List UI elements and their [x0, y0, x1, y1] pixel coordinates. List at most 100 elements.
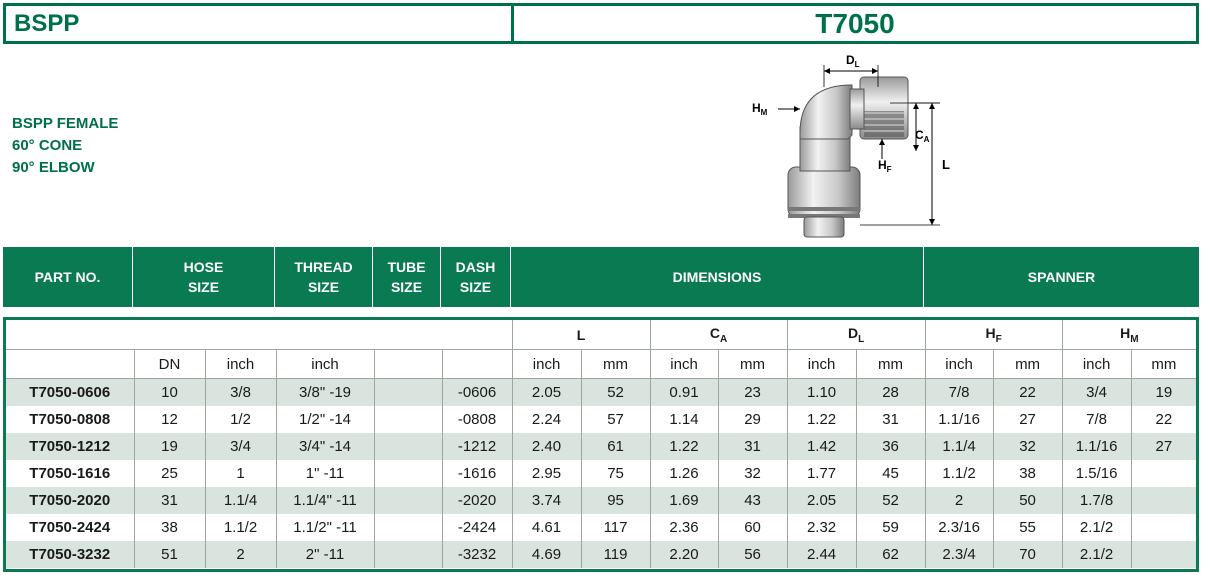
unit-header-cell: mm — [717, 349, 788, 379]
unit-header-cell: inch — [786, 349, 857, 379]
table-cell — [373, 378, 442, 406]
table-cell: 1.1/2" -11 — [275, 514, 374, 541]
cone-seat — [849, 88, 865, 130]
fitting-description: BSPP FEMALE 60° CONE 90° ELBOW — [12, 113, 118, 179]
table-cell — [373, 460, 442, 487]
table-cell: 1.1/4" -11 — [275, 487, 374, 514]
table-cell: -2020 — [441, 487, 513, 514]
elbow-body — [799, 84, 853, 140]
table-cell: 22 — [992, 378, 1063, 406]
l-label: L — [942, 157, 950, 172]
table-cell: 43 — [717, 487, 788, 514]
table-cell — [373, 406, 442, 433]
dash-size-header: DASH SIZE — [441, 247, 511, 307]
table-cell: 3/8" -19 — [275, 378, 374, 406]
table-cell: 31 — [133, 487, 205, 514]
part-number-cell: T7050-1616 — [29, 465, 111, 482]
unit-header-cell: inch — [204, 349, 276, 379]
table-cell: 60 — [717, 514, 788, 541]
fitting-drawing: DL HM CA HF L — [752, 53, 950, 238]
dimensions-table: L CA DL HF HM DN inch inch inch mm inch mm inch… — [3, 317, 1199, 572]
table-cell: 19 — [1130, 378, 1197, 406]
unit-header-cell: mm — [855, 349, 926, 379]
table-cell: 56 — [717, 541, 788, 568]
unit-header-row: DN inch inch inch mm inch mm inch mm inch mm inch mm — [6, 349, 1197, 379]
ca-label: CA — [915, 128, 930, 144]
ca-group-header: CA — [649, 320, 788, 350]
table-cell: 36 — [855, 433, 926, 460]
table-cell: 2.3/4 — [924, 541, 994, 568]
table-cell: 55 — [992, 514, 1063, 541]
tube-size-header: TUBE SIZE — [373, 247, 441, 307]
hose-size-header: HOSE SIZE — [133, 247, 275, 307]
description-line: BSPP FEMALE — [12, 115, 119, 132]
table-cell: 1 — [204, 460, 276, 487]
table-cell — [373, 433, 442, 460]
table-cell: 50 — [992, 487, 1063, 514]
column-header-band: PART NO. HOSE SIZE THREAD SIZE TUBE SIZE DA… — [3, 247, 1199, 307]
part-no-header: PART NO. — [3, 247, 133, 307]
dl-group-header: DL — [786, 320, 926, 350]
unit-header-cell: inch — [1061, 349, 1132, 379]
table-cell: 1/2" -14 — [275, 406, 374, 433]
table-cell: 3/4" -14 — [275, 433, 374, 460]
table-cell: 38 — [992, 460, 1063, 487]
table-cell: 119 — [580, 541, 651, 568]
table-cell: 1.1/4 — [204, 487, 276, 514]
table-cell: 1/2 — [204, 406, 276, 433]
hm-label: HM — [752, 101, 768, 117]
table-cell: 45 — [855, 460, 926, 487]
table-cell: 1.1/2 — [204, 514, 276, 541]
table-cell: 3/4 — [1061, 378, 1132, 406]
dl-label: DL — [846, 53, 860, 69]
table-cell: 7/8 — [924, 378, 994, 406]
table-cell: 4.69 — [511, 541, 582, 568]
part-number-cell: T7050-3232 — [6, 541, 134, 568]
table-cell: 1.14 — [649, 406, 719, 433]
table-cell: 1.69 — [649, 487, 719, 514]
table-cell: 70 — [992, 541, 1063, 568]
table-cell — [373, 487, 442, 514]
table-cell: 75 — [580, 460, 651, 487]
table-cell: 2.95 — [511, 460, 582, 487]
unit-header-cell: inch — [924, 349, 994, 379]
table-cell: 31 — [717, 433, 788, 460]
description-line: 60° CONE — [12, 137, 83, 154]
table-cell: 2.40 — [511, 433, 582, 460]
table-cell: 2.1/2 — [1061, 514, 1132, 541]
table-cell: 3.74 — [511, 487, 582, 514]
l-group-header: L — [511, 320, 651, 350]
table-cell: 1.5/16 — [1061, 460, 1132, 487]
table-cell: 2.44 — [786, 541, 857, 568]
table-cell: 2 — [924, 487, 994, 514]
spanner-header: SPANNER — [1027, 269, 1096, 285]
unit-header-cell: mm — [1130, 349, 1197, 379]
table-cell: 3/8 — [204, 378, 276, 406]
table-cell: 1.77 — [786, 460, 857, 487]
unit-header-cell: mm — [992, 349, 1063, 379]
table-row: T7050-2020 31 1.1/4 1.1/4" -11 -2020 3.74 95 1.… — [6, 487, 1197, 514]
table-cell: 25 — [133, 460, 205, 487]
table-row: T7050-1616 25 1 1" -11 -1616 2.95 75 1.26 32 1.77… — [6, 460, 1197, 487]
hose-stub — [803, 216, 845, 238]
table-cell: -2424 — [441, 514, 513, 541]
description-line: 90° ELBOW — [12, 159, 95, 176]
table-cell — [1130, 514, 1197, 541]
unit-header-cell: inch — [511, 349, 582, 379]
table-cell: 23 — [717, 378, 788, 406]
table-cell: 32 — [717, 460, 788, 487]
table-cell — [373, 541, 442, 568]
table-cell: 52 — [855, 487, 926, 514]
table-cell: 59 — [855, 514, 926, 541]
table-cell: 1.22 — [786, 406, 857, 433]
table-cell: 27 — [992, 406, 1063, 433]
table-row: T7050-2424 38 1.1/2 1.1/2" -11 -2424 4.61 117 2… — [6, 514, 1197, 541]
part-number-cell: T7050-0808 — [29, 411, 111, 428]
standard-title: BSPP — [6, 6, 514, 41]
table-cell: 2.05 — [511, 378, 582, 406]
unit-header-cell: inch — [649, 349, 719, 379]
table-cell: 1.1/16 — [924, 406, 994, 433]
table-cell — [1130, 487, 1197, 514]
socket-groove — [788, 207, 860, 211]
unit-header-cell: mm — [580, 349, 651, 379]
